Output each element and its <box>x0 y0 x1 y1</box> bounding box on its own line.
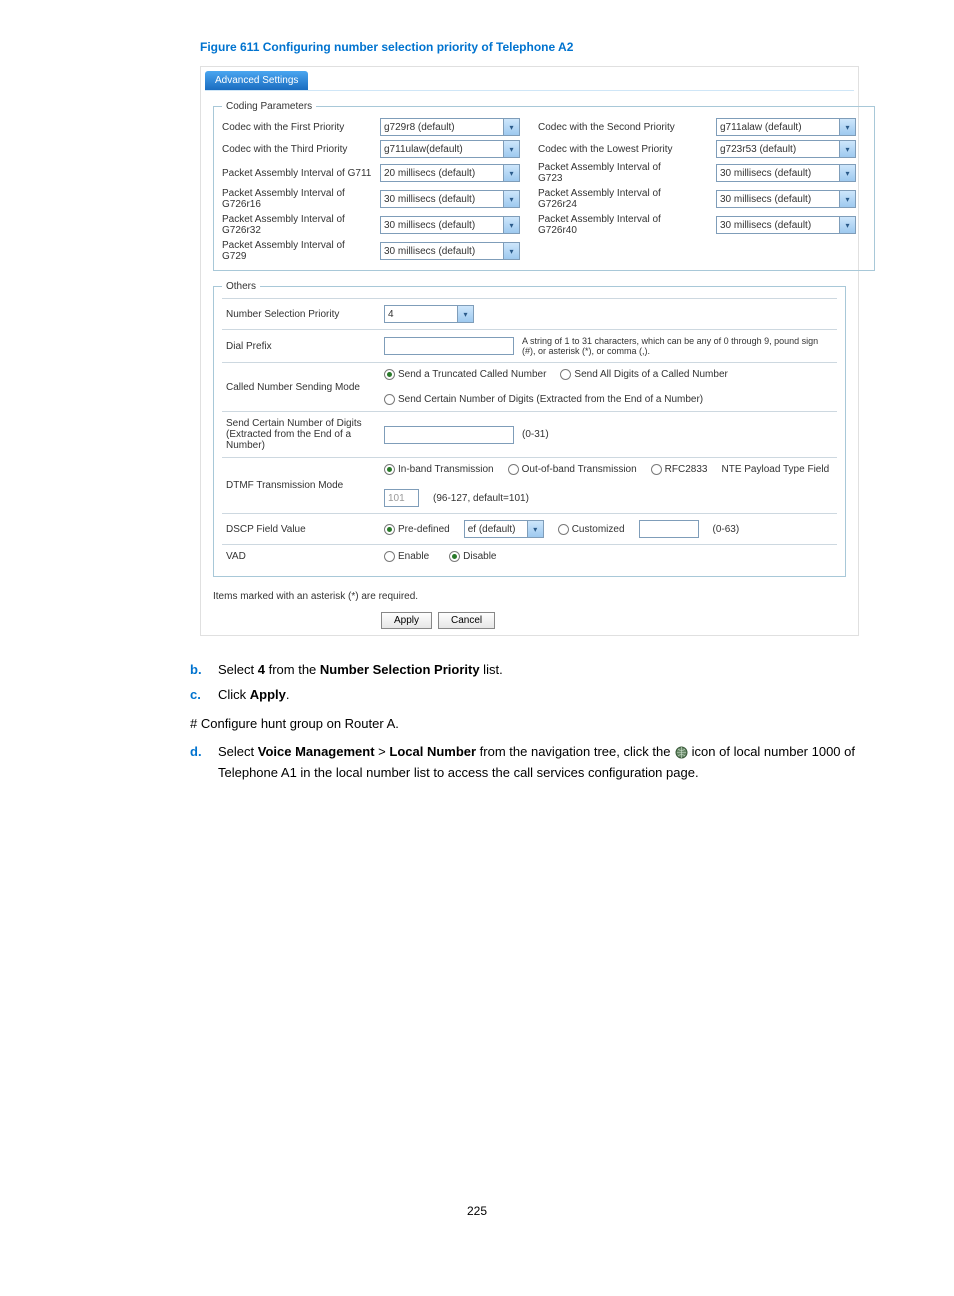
figure-title: Figure 611 Configuring number selection … <box>200 40 859 54</box>
chevron-down-icon: ▾ <box>839 119 855 135</box>
hint-text: (96-127, default=101) <box>433 493 529 504</box>
pai-g711-select[interactable]: 20 millisecs (default)▾ <box>380 164 520 182</box>
chevron-down-icon: ▾ <box>839 141 855 157</box>
dscp-custom-input[interactable] <box>639 520 699 538</box>
chevron-down-icon: ▾ <box>503 243 519 259</box>
page-number: 225 <box>95 1204 859 1218</box>
radio-vad-disable[interactable]: Disable <box>449 551 496 562</box>
chevron-down-icon: ▾ <box>839 191 855 207</box>
chevron-down-icon: ▾ <box>527 521 543 537</box>
step-letter: c. <box>190 685 208 706</box>
cancel-button[interactable]: Cancel <box>438 612 495 629</box>
advanced-settings-panel: Advanced Settings Coding Parameters Code… <box>200 66 859 636</box>
label: Packet Assembly Interval of G726r24 <box>538 188 688 210</box>
radio-icon <box>449 551 460 562</box>
radio-icon <box>384 464 395 475</box>
label: Dial Prefix <box>226 341 376 352</box>
others-legend: Others <box>222 281 260 292</box>
label: Packet Assembly Interval of G729 <box>222 240 372 262</box>
chevron-down-icon: ▾ <box>839 165 855 181</box>
label: Packet Assembly Interval of G726r40 <box>538 214 688 236</box>
radio-icon <box>558 524 569 535</box>
radio-icon <box>384 524 395 535</box>
chevron-down-icon: ▾ <box>503 119 519 135</box>
chevron-down-icon: ▾ <box>503 217 519 233</box>
number-selection-priority-select[interactable]: 4▾ <box>384 305 474 323</box>
codec-first-priority-select[interactable]: g729r8 (default)▾ <box>380 118 520 136</box>
codec-second-priority-select[interactable]: g711alaw (default)▾ <box>716 118 856 136</box>
label: Codec with the Third Priority <box>222 144 372 155</box>
radio-icon <box>651 464 662 475</box>
radio-rfc2833[interactable]: RFC2833 <box>651 464 708 475</box>
certain-digits-input[interactable] <box>384 426 514 444</box>
radio-icon <box>508 464 519 475</box>
radio-vad-enable[interactable]: Enable <box>384 551 429 562</box>
coding-parameters-legend: Coding Parameters <box>222 101 316 112</box>
dial-prefix-input[interactable] <box>384 337 514 355</box>
label: Number Selection Priority <box>226 309 376 320</box>
step-body: Click Apply. <box>218 685 859 706</box>
label: Called Number Sending Mode <box>226 382 376 393</box>
label: Send Certain Number of Digits (Extracted… <box>226 418 376 451</box>
label: Packet Assembly Interval of G726r16 <box>222 188 372 210</box>
radio-predefined[interactable]: Pre-defined <box>384 524 450 535</box>
chevron-down-icon: ▾ <box>457 306 473 322</box>
hint-text: (0-63) <box>713 524 740 535</box>
step-letter: b. <box>190 660 208 681</box>
step-body: Select 4 from the Number Selection Prior… <box>218 660 859 681</box>
pai-g726r16-select[interactable]: 30 millisecs (default)▾ <box>380 190 520 208</box>
radio-icon <box>384 369 395 380</box>
chevron-down-icon: ▾ <box>503 165 519 181</box>
step-body: Select Voice Management > Local Number f… <box>218 742 859 784</box>
label: Packet Assembly Interval of G711 <box>222 168 372 179</box>
chevron-down-icon: ▾ <box>503 191 519 207</box>
apply-button[interactable]: Apply <box>381 612 432 629</box>
pai-g726r24-select[interactable]: 30 millisecs (default)▾ <box>716 190 856 208</box>
radio-certain-digits[interactable]: Send Certain Number of Digits (Extracted… <box>384 394 703 405</box>
radio-inband[interactable]: In-band Transmission <box>384 464 494 475</box>
radio-icon <box>384 394 395 405</box>
pai-g723-select[interactable]: 30 millisecs (default)▾ <box>716 164 856 182</box>
step-letter: d. <box>190 742 208 784</box>
label: Packet Assembly Interval of G723 <box>538 162 688 184</box>
tab-advanced-settings[interactable]: Advanced Settings <box>205 71 308 90</box>
label: Codec with the First Priority <box>222 122 372 133</box>
radio-customized[interactable]: Customized <box>558 524 625 535</box>
pai-g726r40-select[interactable]: 30 millisecs (default)▾ <box>716 216 856 234</box>
others-group: Others Number Selection Priority 4▾ Dial… <box>213 281 846 577</box>
required-note: Items marked with an asterisk (*) are re… <box>201 587 858 606</box>
pai-g729-select[interactable]: 30 millisecs (default)▾ <box>380 242 520 260</box>
globe-icon <box>674 746 688 760</box>
nte-payload-input[interactable]: 101 <box>384 489 419 507</box>
codec-lowest-priority-select[interactable]: g723r53 (default)▾ <box>716 140 856 158</box>
label: VAD <box>226 551 376 562</box>
label: Packet Assembly Interval of G726r32 <box>222 214 372 236</box>
coding-parameters-group: Coding Parameters Codec with the First P… <box>213 101 875 271</box>
radio-outofband[interactable]: Out-of-band Transmission <box>508 464 637 475</box>
radio-all-digits[interactable]: Send All Digits of a Called Number <box>560 369 727 380</box>
label: DSCP Field Value <box>226 524 376 535</box>
hint-text: (0-31) <box>522 429 549 440</box>
instruction-list: b. Select 4 from the Number Selection Pr… <box>190 660 859 784</box>
chevron-down-icon: ▾ <box>839 217 855 233</box>
pai-g726r32-select[interactable]: 30 millisecs (default)▾ <box>380 216 520 234</box>
chevron-down-icon: ▾ <box>503 141 519 157</box>
label: DTMF Transmission Mode <box>226 480 376 491</box>
radio-icon <box>560 369 571 380</box>
radio-truncated[interactable]: Send a Truncated Called Number <box>384 369 546 380</box>
label: Codec with the Lowest Priority <box>538 144 688 155</box>
radio-icon <box>384 551 395 562</box>
label: Codec with the Second Priority <box>538 122 688 133</box>
codec-third-priority-select[interactable]: g711ulaw(default)▾ <box>380 140 520 158</box>
hint-text: A string of 1 to 31 characters, which ca… <box>522 336 833 356</box>
dscp-predefined-select[interactable]: ef (default)▾ <box>464 520 544 538</box>
config-note: # Configure hunt group on Router A. <box>190 714 859 735</box>
label: NTE Payload Type Field <box>721 464 829 475</box>
